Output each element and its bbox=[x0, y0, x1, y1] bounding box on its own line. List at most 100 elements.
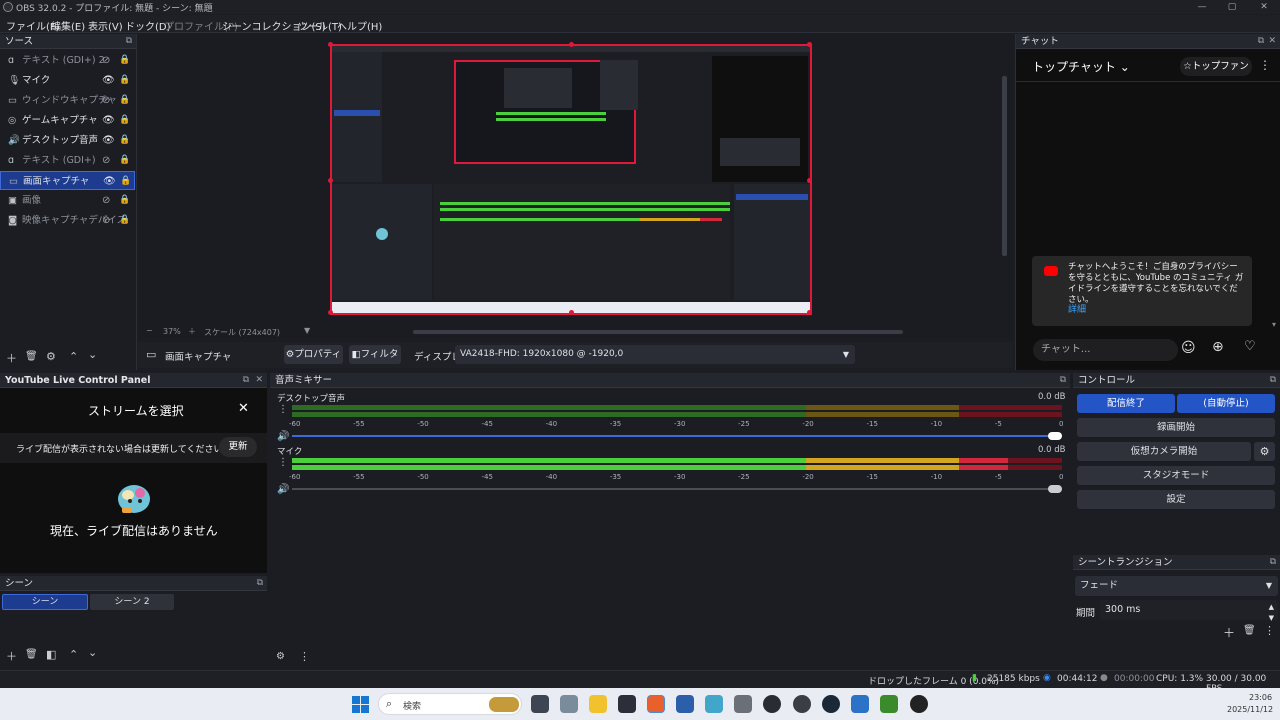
app-icon[interactable] bbox=[734, 695, 752, 713]
start-recording-button[interactable]: 録画開始 bbox=[1077, 418, 1275, 437]
more-options-icon[interactable]: ⋮ bbox=[1264, 624, 1275, 637]
close-icon[interactable]: ✕ bbox=[255, 373, 263, 388]
undock-icon[interactable]: ⧉ bbox=[243, 373, 249, 388]
volume-slider[interactable] bbox=[292, 435, 1062, 437]
app-icon[interactable] bbox=[793, 695, 811, 713]
source-item[interactable]: ɑ テキスト (GDI+) ⊘ 🔒 bbox=[0, 151, 135, 170]
steam-icon[interactable] bbox=[822, 695, 840, 713]
auto-stop-button[interactable]: (自動停止) bbox=[1177, 394, 1275, 413]
resize-handle[interactable] bbox=[328, 42, 333, 47]
taskbar-search[interactable]: ⌕ 検索 bbox=[378, 693, 522, 715]
move-down-icon[interactable]: ⌄ bbox=[88, 646, 97, 659]
studio-mode-button[interactable]: スタジオモード bbox=[1077, 466, 1275, 485]
obs-icon[interactable] bbox=[763, 695, 781, 713]
add-icon[interactable]: ⊕ bbox=[1212, 339, 1224, 355]
eye-icon[interactable]: 👁 bbox=[102, 131, 115, 150]
undock-icon[interactable]: ⧉ bbox=[126, 34, 132, 49]
resize-handle[interactable] bbox=[569, 42, 574, 47]
volume-slider[interactable] bbox=[292, 488, 1062, 490]
lock-icon[interactable]: 🔒 bbox=[119, 211, 130, 230]
move-up-icon[interactable]: ⌃ bbox=[69, 350, 78, 363]
scene-item-2[interactable]: シーン 2 bbox=[90, 594, 174, 610]
remove-transition-icon[interactable]: 🗑 bbox=[1243, 625, 1256, 636]
volume-icon[interactable]: 🔊 bbox=[277, 484, 289, 495]
zoom-dropdown-icon[interactable]: ▼ bbox=[304, 326, 310, 335]
minimize-button[interactable]: — bbox=[1188, 0, 1216, 14]
add-scene-icon[interactable]: ＋ bbox=[6, 648, 17, 664]
undock-icon[interactable]: ⧉ bbox=[257, 576, 263, 591]
scroll-down-icon[interactable]: ▾ bbox=[1272, 320, 1276, 329]
app-icon[interactable] bbox=[705, 695, 723, 713]
advanced-audio-icon[interactable]: ⚙ bbox=[276, 651, 285, 662]
transition-select[interactable]: フェード ▼ bbox=[1075, 576, 1278, 596]
heart-icon[interactable]: ♡ bbox=[1244, 339, 1256, 354]
source-item[interactable]: ▭ ウィンドウキャプチャ ⊘ 🔒 bbox=[0, 91, 135, 110]
eye-off-icon[interactable]: ⊘ bbox=[102, 151, 110, 170]
task-view-icon[interactable] bbox=[531, 695, 549, 713]
maximize-button[interactable]: ▢ bbox=[1218, 0, 1246, 14]
source-item[interactable]: ▭ 画面キャプチャ 👁 🔒 bbox=[0, 171, 135, 190]
eye-icon[interactable]: 👁 bbox=[102, 71, 115, 90]
settings-button[interactable]: 設定 bbox=[1077, 490, 1275, 509]
channel-menu-icon[interactable]: ⋮ bbox=[278, 404, 288, 415]
lock-icon[interactable]: 🔒 bbox=[119, 91, 130, 110]
scene-filter-icon[interactable]: ◧ bbox=[46, 648, 56, 661]
duration-spinbox[interactable]: 300 ms ▲ ▼ bbox=[1100, 600, 1278, 622]
lock-icon[interactable]: 🔒 bbox=[119, 131, 130, 150]
source-item[interactable]: ɑ テキスト (GDI+) 2 ⊘ 🔒 bbox=[0, 51, 135, 70]
app-icon[interactable] bbox=[851, 695, 869, 713]
top-chat-selector[interactable]: トップチャット ⌄ bbox=[1032, 58, 1130, 75]
virtual-camera-button[interactable]: 仮想カメラ開始 bbox=[1077, 442, 1251, 461]
file-explorer-icon[interactable] bbox=[589, 695, 607, 713]
eye-icon[interactable]: 👁 bbox=[103, 172, 116, 191]
remove-scene-icon[interactable]: 🗑 bbox=[25, 649, 38, 660]
source-item[interactable]: ◙ 映像キャプチャデバイス ⊘ 🔒 bbox=[0, 211, 135, 230]
properties-button[interactable]: ⚙プロパティ bbox=[284, 345, 343, 364]
close-icon[interactable]: ✕ bbox=[238, 401, 249, 416]
resize-handle[interactable] bbox=[328, 178, 333, 183]
firefox-icon[interactable] bbox=[647, 695, 665, 713]
gear-icon[interactable]: ⚙ bbox=[1254, 442, 1275, 461]
menu-edit[interactable]: 編集(E) bbox=[51, 18, 85, 33]
app-icon[interactable] bbox=[618, 695, 636, 713]
menu-view[interactable]: 表示(V) bbox=[88, 18, 123, 33]
menu-tools[interactable]: ツール(T) bbox=[298, 18, 342, 33]
volume-icon[interactable]: 🔊 bbox=[277, 431, 289, 442]
move-down-icon[interactable]: ⌄ bbox=[88, 348, 97, 361]
more-options-icon[interactable]: ⋮ bbox=[1259, 58, 1271, 72]
top-fans-button[interactable]: ☆トップファン bbox=[1180, 57, 1252, 76]
close-button[interactable]: ✕ bbox=[1250, 0, 1278, 14]
scene-item-1[interactable]: シーン bbox=[2, 594, 88, 610]
preview-hscrollbar[interactable] bbox=[413, 330, 903, 334]
chat-input[interactable]: チャット... bbox=[1033, 339, 1178, 361]
app-icon[interactable] bbox=[910, 695, 928, 713]
undock-icon[interactable]: ⧉ bbox=[1270, 555, 1276, 570]
eye-off-icon[interactable]: ⊘ bbox=[102, 51, 110, 70]
settings-app-icon[interactable] bbox=[560, 695, 578, 713]
zoom-out-icon[interactable]: − bbox=[146, 326, 153, 335]
preview-vscrollbar[interactable] bbox=[1002, 76, 1007, 256]
eye-off-icon[interactable]: ⊘ bbox=[102, 191, 110, 210]
lock-icon[interactable]: 🔒 bbox=[119, 191, 130, 210]
undock-icon[interactable]: ⧉ bbox=[1258, 34, 1264, 49]
move-up-icon[interactable]: ⌃ bbox=[69, 648, 78, 661]
resize-handle[interactable] bbox=[569, 310, 574, 315]
app-icon[interactable] bbox=[676, 695, 694, 713]
resize-handle[interactable] bbox=[807, 178, 812, 183]
refresh-button[interactable]: 更新 bbox=[219, 437, 257, 457]
lock-icon[interactable]: 🔒 bbox=[119, 111, 130, 130]
volume-slider-handle[interactable] bbox=[1048, 485, 1062, 493]
undock-icon[interactable]: ⧉ bbox=[1270, 373, 1276, 388]
add-transition-icon[interactable]: ＋ bbox=[1223, 624, 1235, 641]
display-select[interactable]: VA2418-FHD: 1920x1080 @ -1920,0 ▼ bbox=[455, 345, 855, 364]
source-item[interactable]: ▣ 画像 ⊘ 🔒 bbox=[0, 191, 135, 210]
zoom-in-icon[interactable]: ＋ bbox=[188, 326, 196, 337]
lock-icon[interactable]: 🔒 bbox=[119, 51, 130, 70]
lock-icon[interactable]: 🔒 bbox=[119, 151, 130, 170]
source-item[interactable]: ◎ ゲームキャプチャ 👁 🔒 bbox=[0, 111, 135, 130]
lock-icon[interactable]: 🔒 bbox=[120, 172, 131, 191]
details-link[interactable]: 詳細 bbox=[1068, 302, 1086, 315]
remove-source-icon[interactable]: 🗑 bbox=[25, 351, 38, 362]
stop-stream-button[interactable]: 配信終了 bbox=[1077, 394, 1175, 413]
lock-icon[interactable]: 🔒 bbox=[119, 71, 130, 90]
